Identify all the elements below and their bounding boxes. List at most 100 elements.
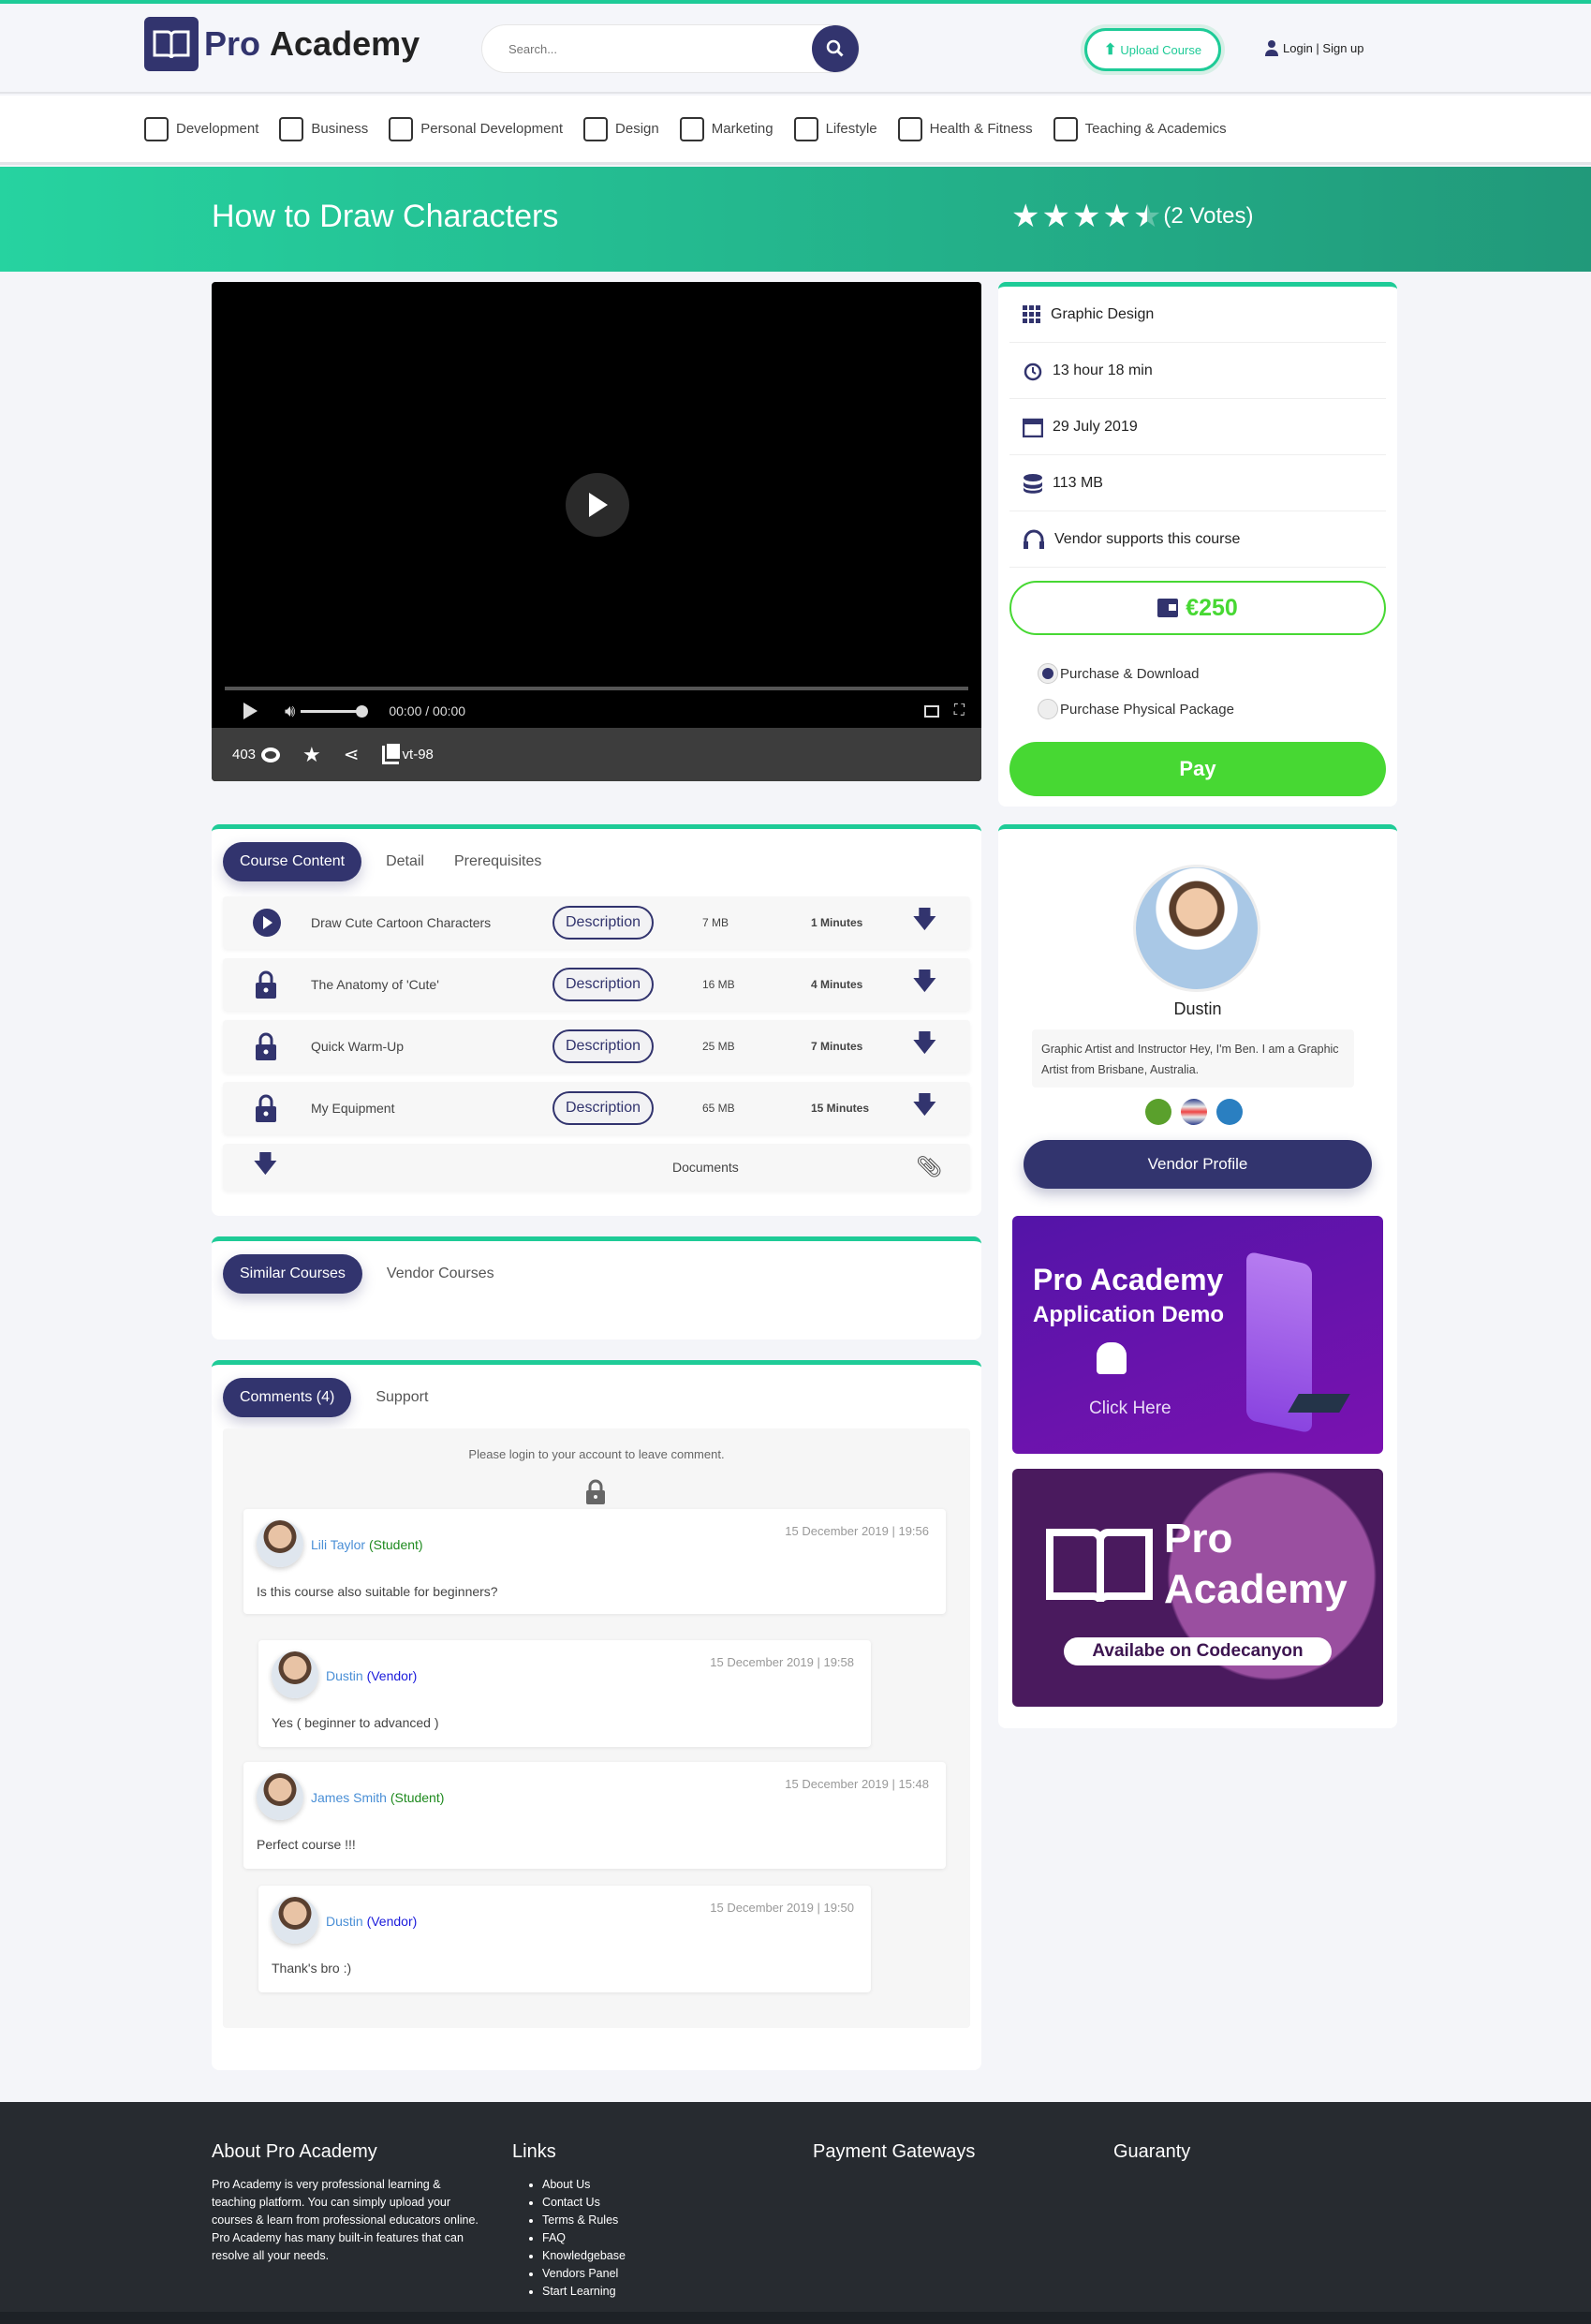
nav-item-label: Design <box>615 121 659 137</box>
tab-vendor-courses[interactable]: Vendor Courses <box>381 1266 500 1282</box>
banner-cta: Click Here <box>1089 1399 1171 1418</box>
upload-course-button[interactable]: ⬆ Upload Course <box>1081 24 1225 75</box>
nav-item[interactable]: Design <box>583 116 659 141</box>
tab-similar-courses[interactable]: Similar Courses <box>223 1254 362 1294</box>
info-category: Graphic Design <box>1009 287 1386 343</box>
theater-mode-icon[interactable] <box>923 704 939 718</box>
download-arrow-icon[interactable]: 🡇 <box>912 1026 937 1067</box>
development-icon <box>144 116 169 141</box>
comment: Dustin (Vendor) 15 December 2019 | 19:50… <box>258 1886 871 1992</box>
video-stats-bar: 403 ★ ⋖ vt-98 <box>212 728 981 781</box>
video-player[interactable]: 🔊︎ 00:00 / 00:00 ⛶ 403 ★ ⋖ vt-98 <box>212 282 981 781</box>
nav-item[interactable]: Teaching & Academics <box>1053 116 1227 141</box>
nav-item[interactable]: Development <box>144 116 258 141</box>
documents-row[interactable]: 🡇 Documents 📎︎ <box>223 1144 970 1191</box>
footer-link[interactable]: Vendors Panel <box>542 2265 626 2283</box>
business-chart-icon <box>279 116 304 141</box>
comment: Lili Taylor (Student) 15 December 2019 |… <box>243 1509 946 1614</box>
badge-books-icon[interactable] <box>1181 1099 1207 1125</box>
logo[interactable]: Pro Academy <box>144 17 420 71</box>
fullscreen-icon[interactable]: ⛶ <box>954 703 965 719</box>
footer-link[interactable]: About Us <box>542 2176 626 2194</box>
commenter-name[interactable]: Dustin (Vendor) <box>326 1668 417 1683</box>
app-demo-banner[interactable]: Pro Academy Application Demo Click Here <box>1012 1216 1383 1454</box>
footer-link[interactable]: Start Learning <box>542 2283 626 2301</box>
commenter-name[interactable]: Dustin (Vendor) <box>326 1914 417 1929</box>
tab-support[interactable]: Support <box>370 1389 434 1406</box>
codecanyon-banner[interactable]: Pro Academy Availabe on Codecanyon <box>1012 1469 1383 1707</box>
banner-subtitle: Application Demo <box>1033 1302 1225 1327</box>
tab-prerequisites[interactable]: Prerequisites <box>449 853 547 870</box>
tab-course-content[interactable]: Course Content <box>223 842 362 881</box>
description-button[interactable]: Description <box>552 1091 654 1125</box>
search-button[interactable] <box>812 25 859 72</box>
lesson-title[interactable]: My Equipment <box>311 1101 394 1116</box>
vendor-profile-button[interactable]: Vendor Profile <box>1024 1140 1372 1189</box>
banner-academy: Academy <box>1164 1566 1348 1612</box>
play-icon[interactable] <box>242 702 258 720</box>
login-signup-link[interactable]: Login | Sign up <box>1264 39 1364 56</box>
footer-link[interactable]: Knowledgebase <box>542 2247 626 2265</box>
search-bar <box>481 24 860 73</box>
footer-payment-title: Payment Gateways <box>813 2141 976 2162</box>
footer-link[interactable]: FAQ <box>542 2229 626 2247</box>
footer-link[interactable]: Terms & Rules <box>542 2212 626 2229</box>
nav-item[interactable]: Personal Development <box>389 116 564 141</box>
nav-item[interactable]: Marketing <box>679 116 773 141</box>
footer-about-text: Pro Academy is very professional learnin… <box>212 2178 479 2262</box>
nav-item[interactable]: Health & Fitness <box>897 116 1033 141</box>
category-nav: Development Business Personal Development D… <box>0 96 1591 165</box>
lesson-title[interactable]: Draw Cute Cartoon Characters <box>311 915 491 930</box>
video-progress-bar[interactable] <box>225 687 968 690</box>
description-button[interactable]: Description <box>552 968 654 1001</box>
grid-icon <box>1023 304 1040 323</box>
video-time: 00:00 / 00:00 <box>389 703 466 718</box>
purchase-download-radio[interactable]: Purchase & Download <box>1038 656 1397 691</box>
vendor-avatar[interactable] <box>1133 865 1260 992</box>
tab-comments[interactable]: Comments (4) <box>223 1378 352 1417</box>
download-arrow-icon[interactable]: 🡇 <box>912 902 937 943</box>
footer-link[interactable]: Contact Us <box>542 2194 626 2212</box>
download-arrow-icon[interactable]: 🡇 <box>912 1088 937 1129</box>
play-circle-icon[interactable] <box>253 909 281 937</box>
lesson-title[interactable]: The Anatomy of 'Cute' <box>311 977 439 992</box>
android-icon <box>1097 1342 1127 1374</box>
lesson-row: Draw Cute Cartoon Characters Description… <box>223 896 970 949</box>
date-value: 29 July 2019 <box>1053 418 1138 435</box>
vendor-bio: Graphic Artist and Instructor Hey, I'm B… <box>1032 1029 1354 1088</box>
lesson-title[interactable]: Quick Warm-Up <box>311 1039 404 1054</box>
nav-item[interactable]: Lifestyle <box>793 116 877 141</box>
share-icon[interactable]: ⋖ <box>344 743 360 766</box>
tab-detail[interactable]: Detail <box>380 853 430 870</box>
favorite-star-icon[interactable]: ★ <box>302 743 321 767</box>
play-button[interactable] <box>566 473 629 537</box>
info-size: 113 MB <box>1009 455 1386 511</box>
commenter-name[interactable]: Lili Taylor (Student) <box>311 1537 423 1552</box>
lesson-size: 7 MB <box>702 916 729 929</box>
nav-item[interactable]: Business <box>279 116 368 141</box>
badge-plant-icon[interactable] <box>1216 1099 1243 1125</box>
purchase-physical-radio[interactable]: Purchase Physical Package <box>1038 691 1397 727</box>
commenter-name[interactable]: James Smith (Student) <box>311 1790 444 1805</box>
commenter-avatar <box>257 1520 303 1567</box>
option-label: Purchase Physical Package <box>1060 701 1234 718</box>
graduation-cap-icon <box>1288 1394 1350 1413</box>
download-arrow-icon[interactable]: 🡇 <box>912 964 937 1005</box>
download-arrow-icon[interactable]: 🡇 <box>253 1147 278 1188</box>
video-code: vt-98 <box>402 747 434 762</box>
description-button[interactable]: Description <box>552 906 654 940</box>
search-input[interactable] <box>508 41 789 56</box>
description-button[interactable]: Description <box>552 1029 654 1063</box>
pay-button[interactable]: Pay <box>1009 742 1386 796</box>
volume-icon[interactable]: 🔊︎ <box>285 702 295 721</box>
nav-item-label: Personal Development <box>420 121 564 137</box>
lesson-duration: 7 Minutes <box>811 1040 863 1053</box>
rating[interactable]: ★ ★ ★ ★ ★ (2 Votes) <box>1011 200 1253 232</box>
lesson-row: The Anatomy of 'Cute' Description 16 MB … <box>223 958 970 1011</box>
info-date: 29 July 2019 <box>1009 399 1386 455</box>
price-value: €250 <box>1186 594 1238 621</box>
paperclip-icon[interactable]: 📎︎ <box>916 1155 942 1179</box>
badge-heart-icon[interactable] <box>1145 1099 1171 1125</box>
vendor-name: Dustin <box>1173 999 1222 1018</box>
volume-slider[interactable] <box>301 704 369 718</box>
